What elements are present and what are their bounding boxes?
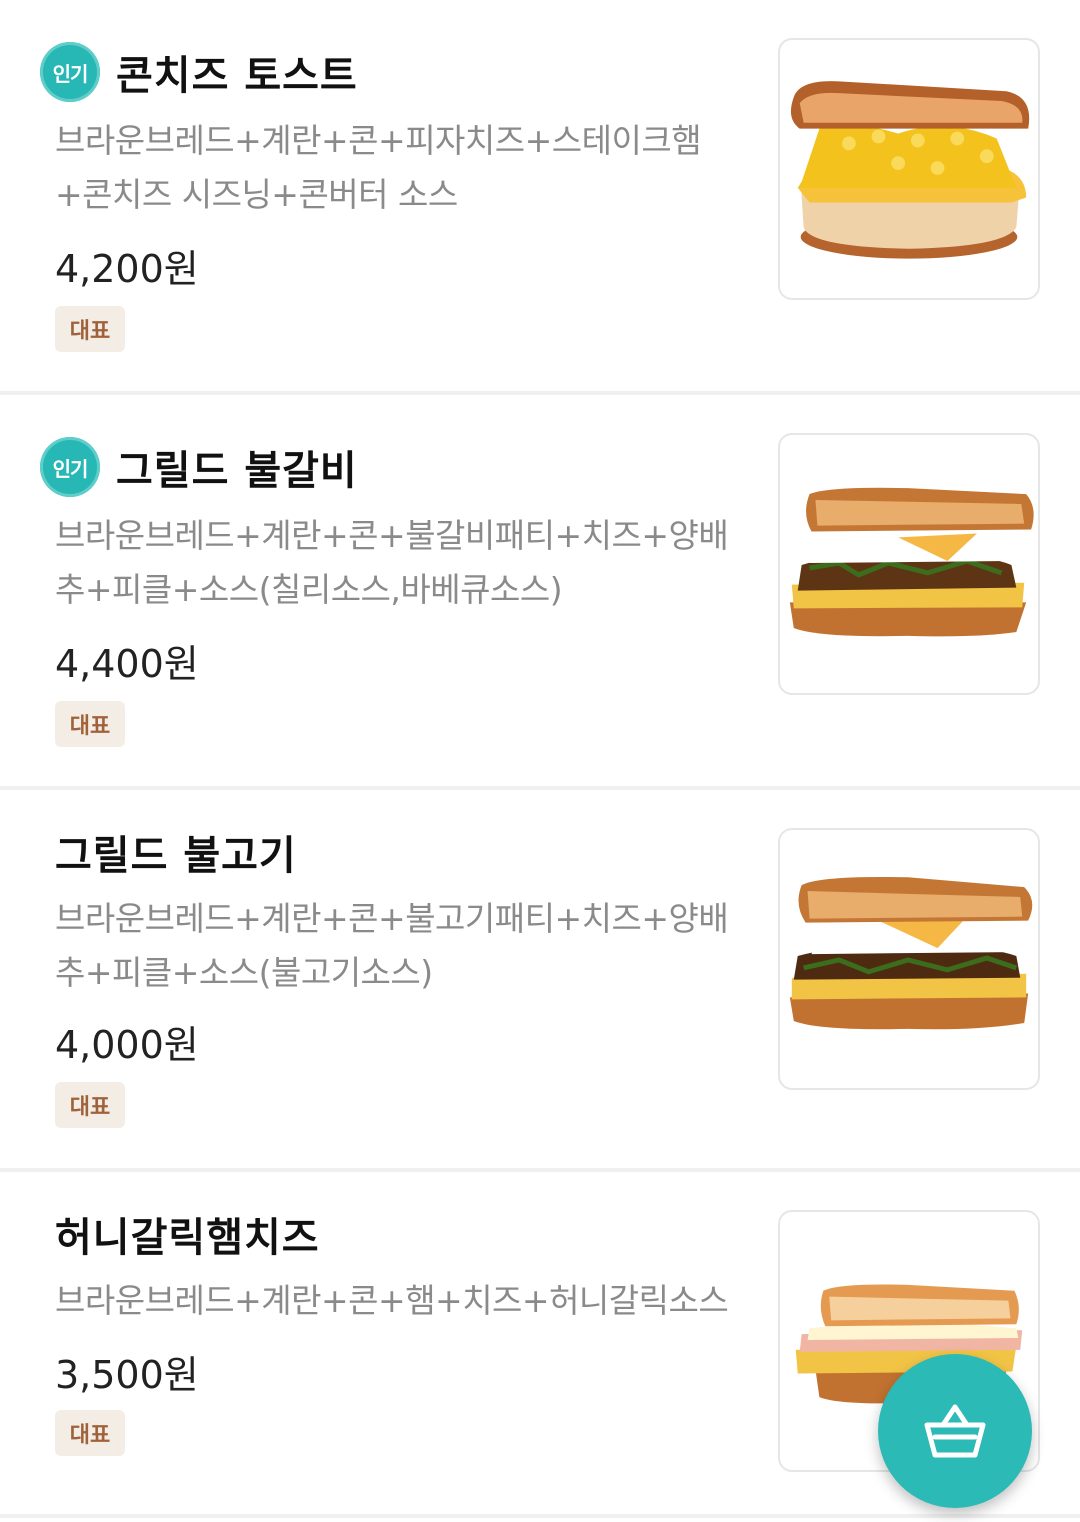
basket-icon	[924, 1404, 986, 1458]
item-name: 허니갈릭햄치즈	[55, 1215, 320, 1261]
item-price: 3,500원	[55, 1353, 199, 1397]
sandwich-illustration	[789, 876, 1033, 1030]
signature-badge: 대표	[55, 1082, 125, 1128]
menu-item-corn-cheese-toast[interactable]: 인기 콘치즈 토스트 브라운브레드+계란+콘+피자치즈+스테이크햄+콘치즈 시즈…	[0, 0, 1080, 395]
menu-list: 인기 콘치즈 토스트 브라운브레드+계란+콘+피자치즈+스테이크햄+콘치즈 시즈…	[0, 0, 1080, 1522]
item-description: 브라운브레드+계란+콘+피자치즈+스테이크햄+콘치즈 시즈닝+콘버터 소스	[55, 121, 702, 214]
cart-button[interactable]	[878, 1354, 1032, 1508]
item-name: 그릴드 불고기	[55, 833, 297, 879]
signature-badge: 대표	[55, 701, 125, 747]
item-description: 브라운브레드+계란+콘+햄+치즈+허니갈릭소스	[55, 1281, 729, 1320]
item-name: 그릴드 불갈비	[116, 448, 358, 494]
item-description: 브라운브레드+계란+콘+불고기패티+치즈+양배추+피클+소스(불고기소스)	[55, 899, 729, 992]
item-name: 콘치즈 토스트	[116, 53, 358, 99]
grilled-bulgalbi-image[interactable]	[778, 433, 1040, 695]
signature-badge: 대표	[55, 306, 125, 352]
sandwich-illustration	[790, 81, 1030, 259]
item-price: 4,000원	[55, 1023, 199, 1067]
menu-item-grilled-bulgalbi[interactable]: 인기 그릴드 불갈비 브라운브레드+계란+콘+불갈비패티+치즈+양배추+피클+소…	[0, 395, 1080, 790]
title-row: 인기 콘치즈 토스트	[40, 40, 358, 104]
grilled-bulgogi-image[interactable]	[778, 828, 1040, 1090]
menu-item-grilled-bulgogi[interactable]: 그릴드 불고기 브라운브레드+계란+콘+불고기패티+치즈+양배추+피클+소스(불…	[0, 790, 1080, 1172]
corn-cheese-toast-image[interactable]	[778, 38, 1040, 300]
item-price: 4,400원	[55, 642, 199, 686]
signature-badge: 대표	[55, 1410, 125, 1456]
title-row: 허니갈릭햄치즈	[55, 1202, 320, 1266]
title-row: 그릴드 불고기	[55, 820, 297, 884]
item-description: 브라운브레드+계란+콘+불갈비패티+치즈+양배추+피클+소스(칠리소스,바베큐소…	[55, 516, 729, 609]
item-price: 4,200원	[55, 247, 199, 291]
sandwich-illustration	[789, 487, 1034, 637]
popular-badge: 인기	[40, 42, 100, 102]
title-row: 인기 그릴드 불갈비	[40, 435, 358, 499]
popular-badge: 인기	[40, 437, 100, 497]
